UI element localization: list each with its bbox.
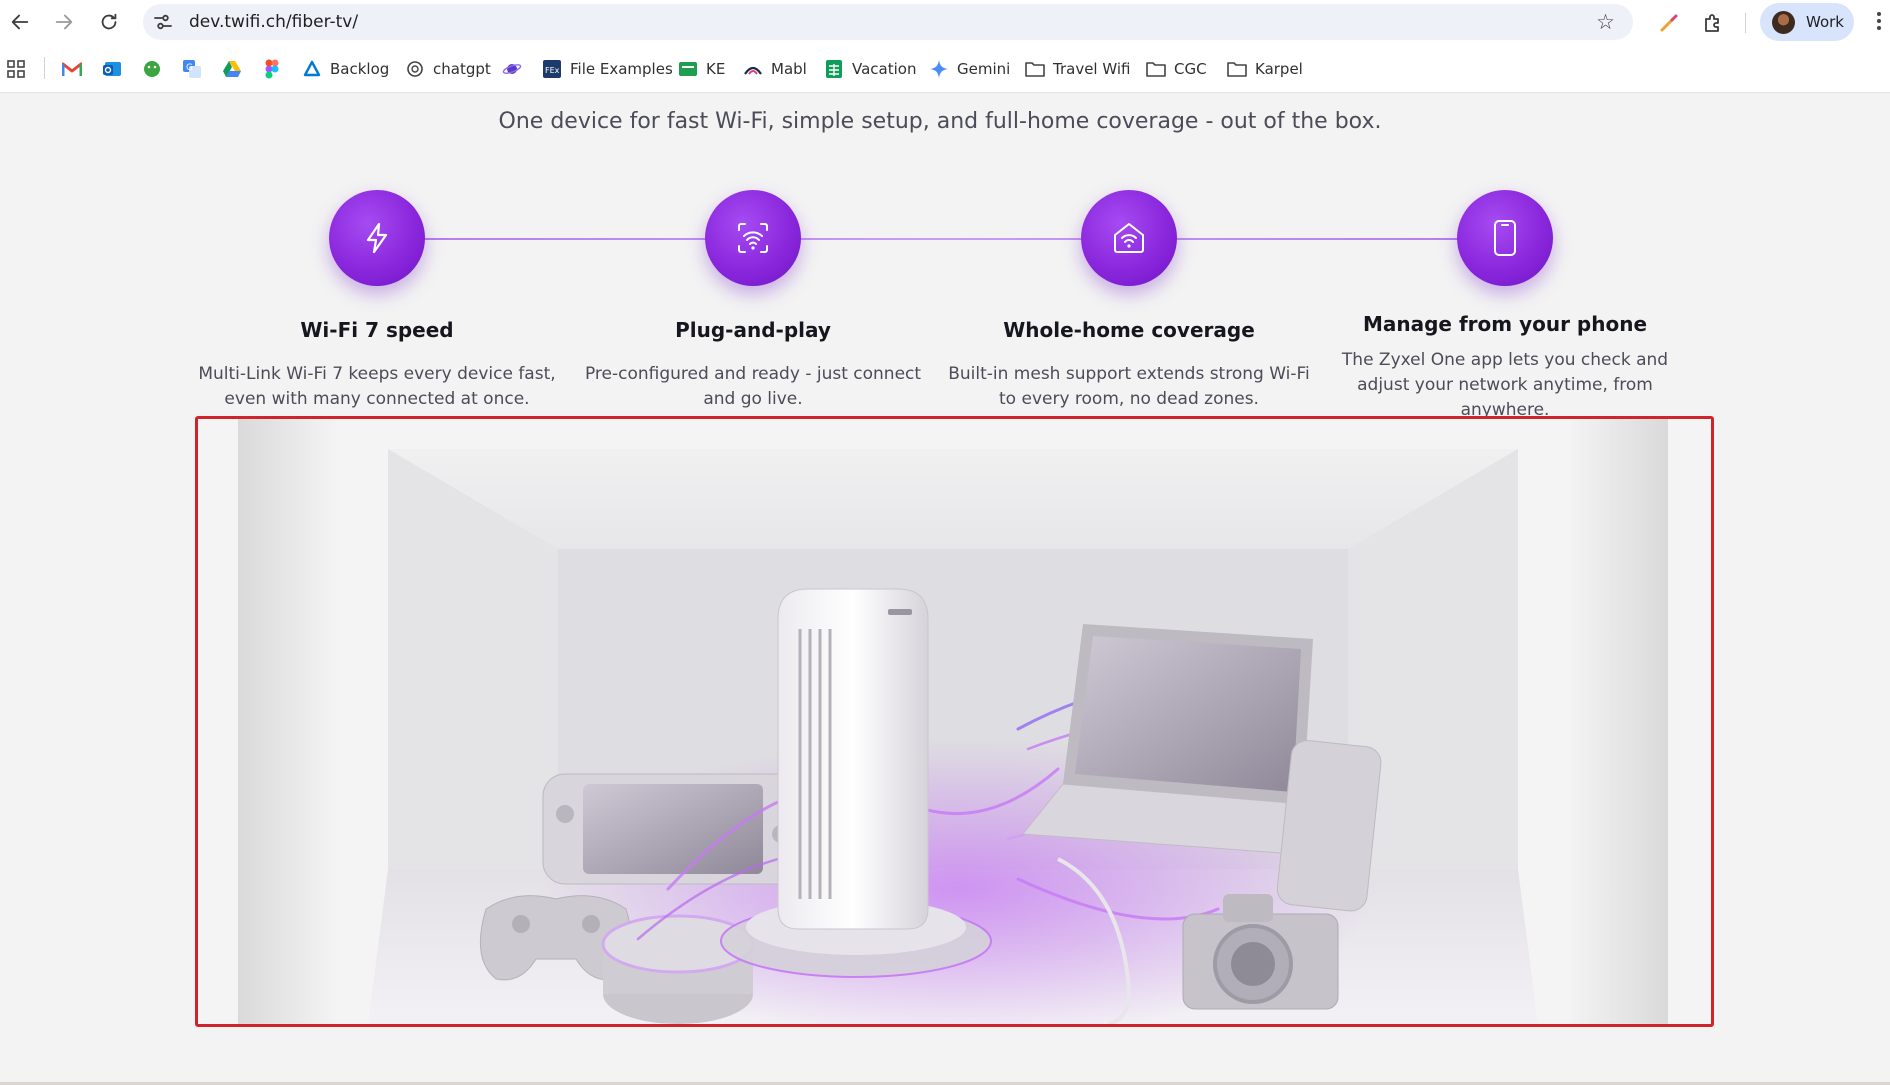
sheets-icon xyxy=(824,59,844,79)
feature-timeline-line xyxy=(377,238,1505,240)
feature-description: The Zyxel One app lets you check and adj… xyxy=(1341,350,1669,420)
translate-icon: G xyxy=(182,59,202,79)
bookmark-drive[interactable] xyxy=(222,57,242,81)
apps-grid-button[interactable] xyxy=(6,57,26,81)
avatar xyxy=(1772,11,1795,34)
bookmark-translate[interactable]: G xyxy=(182,57,202,81)
bookmark-ke[interactable]: KE xyxy=(678,57,725,81)
bookmark-folder-cgc[interactable]: CGC xyxy=(1146,57,1207,81)
address-bar[interactable]: dev.twifi.ch/fiber-tv/ ☆ xyxy=(143,4,1633,40)
feature-title: Whole-home coverage xyxy=(1003,318,1255,342)
hero-image-highlighted xyxy=(195,416,1714,1027)
reload-button[interactable] xyxy=(95,8,123,36)
more-menu-icon[interactable] xyxy=(1876,12,1882,34)
bookmark-label: Gemini xyxy=(957,60,1011,78)
phone-icon xyxy=(1494,220,1516,256)
bookmark-vacation[interactable]: Vacation xyxy=(824,57,916,81)
gemini-icon xyxy=(929,59,949,79)
svg-text:G: G xyxy=(186,63,193,73)
profile-button[interactable]: Work xyxy=(1760,3,1854,41)
feature-icon-circle xyxy=(1457,190,1553,286)
bookmark-file-examples[interactable]: FEx File Examples xyxy=(542,57,673,81)
home-wifi-icon xyxy=(1114,223,1144,253)
chatgpt-icon xyxy=(405,59,425,79)
bookmark-label: Travel Wifi xyxy=(1053,60,1131,78)
browser-toolbar: dev.twifi.ch/fiber-tv/ ☆ Work xyxy=(0,0,1890,45)
plug-wifi-icon xyxy=(738,223,768,253)
profile-name: Work xyxy=(1806,13,1844,31)
bookmark-label: File Examples xyxy=(570,60,673,78)
bookmark-label: KE xyxy=(706,60,726,78)
bookmark-gemini[interactable]: Gemini xyxy=(929,57,1010,81)
bookmark-gmail[interactable] xyxy=(62,57,82,81)
bookmarks-divider xyxy=(44,57,45,79)
feature-description: Multi-Link Wi-Fi 7 keeps every device fa… xyxy=(198,364,556,409)
bookmark-backlog[interactable]: Backlog xyxy=(302,57,389,81)
feature-description: Built-in mesh support extends strong Wi-… xyxy=(948,364,1310,409)
bookmark-label: Vacation xyxy=(852,60,917,78)
feature-title: Wi-Fi 7 speed xyxy=(300,318,454,342)
svg-text:FEx: FEx xyxy=(545,66,560,75)
bookmark-folder-karpel[interactable]: Karpel xyxy=(1227,57,1303,81)
bookmark-label: CGC xyxy=(1174,60,1207,78)
bookmark-folder-travel-wifi[interactable]: Travel Wifi xyxy=(1025,57,1130,81)
toolbar-divider xyxy=(1745,13,1746,33)
feature-description: Pre-configured and ready - just connect … xyxy=(584,364,922,409)
feature-title: Manage from your phone xyxy=(1362,312,1648,336)
hero-router-devices-illustration xyxy=(198,419,1711,1024)
gmail-icon xyxy=(62,59,82,79)
bookmark-mabl[interactable]: Mabl xyxy=(743,57,807,81)
bookmark-chatgpt[interactable]: chatgpt xyxy=(405,57,491,81)
ke-icon xyxy=(678,59,698,79)
site-settings-icon[interactable] xyxy=(153,12,173,32)
arrow-left-icon xyxy=(11,14,29,30)
apps-grid-icon xyxy=(6,59,26,79)
folder-icon xyxy=(1227,59,1247,79)
figma-icon xyxy=(262,59,282,79)
planet-icon xyxy=(502,59,522,79)
bookmark-planet[interactable] xyxy=(502,57,522,81)
file-examples-icon: FEx xyxy=(542,59,562,79)
bookmark-label: chatgpt xyxy=(433,60,491,78)
feature-icon-circle xyxy=(329,190,425,286)
bookmarks-bar: G Backlog chatgpt FEx File Examples KE M… xyxy=(0,45,1890,93)
outlook-icon xyxy=(102,59,122,79)
mabl-icon xyxy=(743,59,763,79)
bookmark-star-icon[interactable]: ☆ xyxy=(1596,10,1615,34)
extensions-puzzle-icon[interactable] xyxy=(1700,10,1726,36)
pen-extension-icon[interactable] xyxy=(1656,10,1682,36)
feature-icon-circle xyxy=(1081,190,1177,286)
drive-icon xyxy=(222,59,242,79)
back-button[interactable] xyxy=(6,8,34,36)
folder-icon xyxy=(1025,59,1045,79)
bookmark-figma[interactable] xyxy=(262,57,282,81)
folder-icon xyxy=(1146,59,1166,79)
bookmark-label: Karpel xyxy=(1255,60,1303,78)
bookmark-android[interactable] xyxy=(142,57,162,81)
url-text[interactable]: dev.twifi.ch/fiber-tv/ xyxy=(189,12,358,32)
forward-button[interactable] xyxy=(50,8,78,36)
section-subtitle: One device for fast Wi-Fi, simple setup,… xyxy=(498,109,1382,134)
bookmark-outlook[interactable] xyxy=(102,57,122,81)
feature-icon-circle xyxy=(705,190,801,286)
bookmark-label: Backlog xyxy=(330,60,390,78)
feature-title: Plug-and-play xyxy=(675,318,831,342)
arrow-right-icon xyxy=(55,14,73,30)
bookmark-label: Mabl xyxy=(771,60,807,78)
reload-icon xyxy=(101,13,117,30)
android-icon xyxy=(142,59,162,79)
backlog-icon xyxy=(302,59,322,79)
lightning-icon xyxy=(366,222,388,254)
